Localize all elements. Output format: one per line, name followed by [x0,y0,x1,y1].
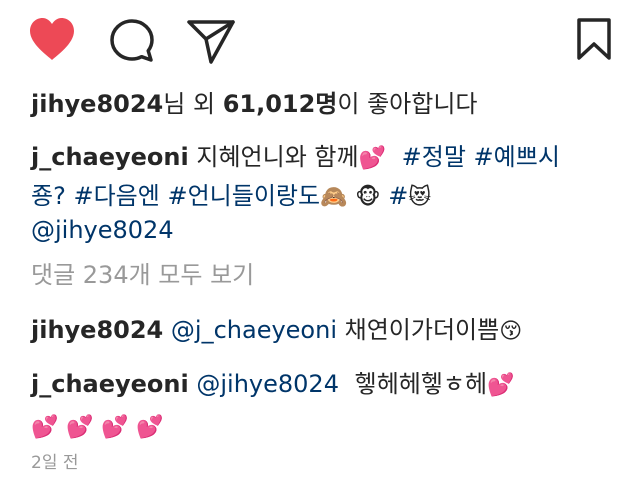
likes-summary: jihye8024님 외 61,012명이 좋아합니다 [31,88,478,120]
caption-line-3: @jihye8024 [31,214,174,246]
comment-row: j_chaeyeoni @jihye8024 헿헤헤헿ㅎ헤💕 [31,368,515,402]
comment-text: 헿헤헤헿ㅎ헤 [354,370,488,398]
view-all-comments-link[interactable]: 댓글 234개 모두 보기 [31,259,254,291]
comment-mention[interactable]: @jihye8024 [196,370,339,398]
two-hearts-emoji: 💕 [487,373,515,398]
kissing-face-emoji: 😚 [499,319,523,344]
comment-mention[interactable]: @j_chaeyeoni [171,316,337,344]
monkey-face-emoji: 🐵 [355,185,381,210]
hashtag-link[interactable]: #예쁘시 [474,143,560,171]
comment-row: jihye8024 @j_chaeyeoni 채연이가더이쁨😚 [31,314,522,348]
likes-text-2: 이 좋아합니다 [337,90,478,118]
hashtag-link-cont[interactable]: 죵? [31,182,66,210]
two-hearts-emoji: 💕 [136,415,164,440]
paper-plane-icon[interactable] [186,17,236,65]
two-hearts-emoji: 💕 [358,146,386,171]
two-hearts-emoji: 💕 [101,415,129,440]
caption-line-1: j_chaeyeoni 지혜언니와 함께💕 #정말 #예쁘시 [31,141,560,175]
comment-username[interactable]: j_chaeyeoni [31,370,189,398]
heart-eyes-cat-emoji: 😻 [408,185,432,210]
heart-filled-icon[interactable] [26,16,78,64]
caption-line-2: 죵? #다음엔 #언니들이랑도🙈 🐵 #😻 [31,180,431,214]
hashtag-link[interactable]: # [388,182,408,210]
likes-count[interactable]: 61,012명 [223,90,338,118]
bookmark-icon[interactable] [576,17,612,61]
comment-bubble-icon[interactable] [108,17,156,65]
likes-username[interactable]: jihye8024 [31,90,163,118]
likes-text-1: 님 외 [163,90,223,118]
comment-text: 채연이가더이쁨 [344,316,500,344]
hashtag-link[interactable]: #정말 [402,143,466,171]
comment-username[interactable]: jihye8024 [31,316,163,344]
hashtag-link[interactable]: #다음엔 [73,182,159,210]
two-hearts-emoji: 💕 [66,415,94,440]
caption-text: 지혜언니와 함께 [196,143,359,171]
caption-username[interactable]: j_chaeyeoni [31,143,189,171]
mention-link[interactable]: @jihye8024 [31,216,174,244]
two-hearts-emoji: 💕 [31,415,59,440]
post-timestamp: 2일 전 [31,453,79,473]
see-no-evil-monkey-emoji: 🙈 [320,185,348,210]
comment-emoji-row: 💕 💕 💕 💕 [31,410,164,444]
action-bar [0,0,640,80]
hashtag-link[interactable]: #언니들이랑도 [167,182,320,210]
